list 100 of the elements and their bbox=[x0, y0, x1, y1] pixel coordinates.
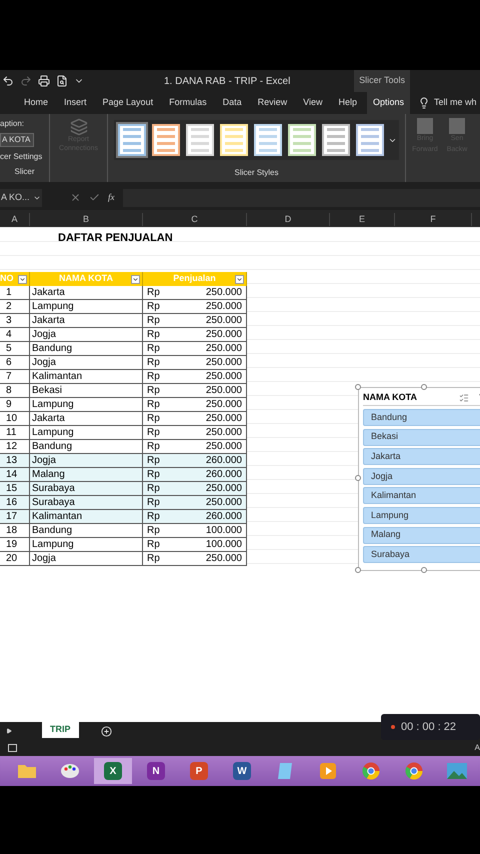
multi-select-icon[interactable] bbox=[459, 392, 469, 402]
table-cell: Jakarta bbox=[30, 412, 143, 426]
slicer-item[interactable]: Malang bbox=[363, 526, 480, 544]
table-cell-text: 250.000 bbox=[206, 412, 242, 426]
browser-icon[interactable] bbox=[362, 762, 380, 780]
table-cell: Kalimantan bbox=[30, 370, 143, 384]
tell-me-field[interactable]: Tell me wh bbox=[434, 96, 477, 110]
slicer-style-swatch[interactable] bbox=[356, 124, 384, 156]
table-cell: 4 bbox=[0, 328, 30, 342]
ribbon-tab[interactable]: Help bbox=[332, 92, 363, 114]
folder-icon[interactable] bbox=[17, 763, 37, 779]
table-cell: 10 bbox=[0, 412, 30, 426]
undo-icon[interactable] bbox=[2, 75, 14, 87]
table-cell-text: 250.000 bbox=[206, 552, 242, 566]
table-cell-text: Rp bbox=[147, 384, 160, 398]
table-cell: Jogja bbox=[30, 356, 143, 370]
filter-dropdown-icon[interactable] bbox=[131, 274, 140, 284]
slicer-item[interactable]: Lampung bbox=[363, 506, 480, 524]
table-cell: 19 bbox=[0, 538, 30, 552]
table-cell: Jogja bbox=[30, 454, 143, 468]
report-connections-icon bbox=[70, 118, 88, 136]
table-cell-text: 100.000 bbox=[206, 538, 242, 552]
column-header[interactable]: D bbox=[247, 212, 330, 226]
ribbon-tab[interactable]: Data bbox=[216, 92, 248, 114]
table-cell-text: 260.000 bbox=[206, 454, 242, 468]
table-cell-text: 100.000 bbox=[206, 524, 242, 538]
slicer-item[interactable]: Surabaya bbox=[363, 546, 480, 564]
table-cell: 12 bbox=[0, 440, 30, 454]
column-header[interactable]: F bbox=[395, 212, 472, 226]
insert-function-button[interactable]: fx bbox=[108, 190, 114, 204]
table-cell-text: Rp bbox=[147, 524, 160, 538]
filter-dropdown-icon[interactable] bbox=[235, 274, 244, 284]
sheet-title: DAFTAR PENJUALAN bbox=[58, 230, 173, 246]
ribbon-tab[interactable]: Home bbox=[18, 92, 54, 114]
table-cell-text: 250.000 bbox=[206, 426, 242, 440]
name-box[interactable]: A KO... bbox=[0, 188, 42, 206]
table-cell: 2 bbox=[0, 300, 30, 314]
column-header[interactable]: B bbox=[30, 212, 143, 226]
browser-icon[interactable] bbox=[405, 762, 423, 780]
print-preview-icon[interactable] bbox=[56, 75, 68, 87]
notepad-icon[interactable] bbox=[276, 762, 294, 780]
table-cell: 17 bbox=[0, 510, 30, 524]
window-title: 1. DANA RAB - TRIP - Excel bbox=[164, 74, 290, 88]
ribbon-tab[interactable]: View bbox=[297, 92, 328, 114]
context-tab-label: Slicer Tools bbox=[354, 70, 410, 92]
column-header[interactable]: E bbox=[330, 212, 395, 226]
caption-field[interactable]: A KOTA bbox=[0, 133, 34, 148]
add-sheet-icon[interactable] bbox=[100, 726, 112, 736]
slicer-item[interactable]: Kalimantan bbox=[363, 487, 480, 504]
lightbulb-icon bbox=[418, 97, 430, 109]
table-cell-text: 260.000 bbox=[206, 468, 242, 482]
table-cell-text: 250.000 bbox=[206, 356, 242, 370]
table-cell-text: Rp bbox=[147, 342, 160, 356]
ribbon-tab[interactable]: Formulas bbox=[163, 92, 213, 114]
app-icon[interactable]: N bbox=[147, 762, 165, 780]
redo-icon[interactable] bbox=[20, 75, 32, 87]
slicer-style-swatch[interactable] bbox=[322, 124, 350, 156]
column-header[interactable]: A bbox=[0, 212, 30, 226]
slicer-item[interactable]: Bandung bbox=[363, 409, 480, 426]
printer-icon[interactable] bbox=[38, 75, 50, 87]
table-cell: Lampung bbox=[30, 300, 143, 314]
table-cell-text: 250.000 bbox=[206, 342, 242, 356]
slicer-style-swatch[interactable] bbox=[118, 124, 146, 156]
slicer-item[interactable]: Bekasi bbox=[363, 428, 480, 446]
enter-icon[interactable] bbox=[89, 192, 100, 203]
slicer-style-swatch[interactable] bbox=[152, 124, 180, 156]
table-cell: 18 bbox=[0, 524, 30, 538]
table-cell-text: Rp bbox=[147, 412, 160, 426]
slicer-panel[interactable]: NAMA KOTA Bandung Bekasi Jakarta Jogja Kalimantan Lampung Malang Surabaya bbox=[358, 387, 480, 571]
cancel-icon[interactable] bbox=[70, 192, 81, 203]
filter-dropdown-icon[interactable] bbox=[18, 274, 27, 284]
table-cell: 9 bbox=[0, 398, 30, 412]
sheet-tab[interactable]: TRIP bbox=[42, 722, 79, 738]
app-icon[interactable]: X bbox=[104, 762, 122, 780]
table-cell-text: Rp bbox=[147, 286, 160, 300]
table-cell: Bekasi bbox=[30, 384, 143, 398]
ribbon-tab[interactable]: Insert bbox=[58, 92, 93, 114]
slicer-style-swatch[interactable] bbox=[288, 124, 316, 156]
app-icon[interactable]: P bbox=[190, 762, 208, 780]
slicer-style-swatch[interactable] bbox=[254, 124, 282, 156]
table-cell-text: Rp bbox=[147, 482, 160, 496]
slicer-settings-button[interactable]: cer Settings bbox=[0, 150, 49, 163]
scroll-tabs-icon[interactable] bbox=[6, 728, 12, 734]
media-player-icon[interactable] bbox=[319, 762, 337, 780]
palette-icon[interactable] bbox=[60, 762, 80, 780]
ribbon-tab[interactable]: Page Layout bbox=[96, 92, 160, 114]
bring-forward-icon bbox=[417, 118, 433, 134]
table-header: NAMA KOTA bbox=[30, 272, 143, 286]
column-header[interactable]: C bbox=[143, 212, 247, 226]
table-cell-text: 260.000 bbox=[206, 510, 242, 524]
slicer-item[interactable]: Jogja bbox=[363, 468, 480, 485]
ribbon-tab[interactable]: Review bbox=[252, 92, 294, 114]
table-cell: 13 bbox=[0, 454, 30, 468]
slicer-item[interactable]: Jakarta bbox=[363, 448, 480, 466]
slicer-style-swatch[interactable] bbox=[186, 124, 214, 156]
table-cell: 5 bbox=[0, 342, 30, 356]
table-cell: 15 bbox=[0, 482, 30, 496]
table-cell-text: Rp bbox=[147, 356, 160, 370]
app-icon[interactable]: W bbox=[233, 762, 251, 780]
ribbon-tab[interactable]: Options bbox=[367, 92, 410, 114]
